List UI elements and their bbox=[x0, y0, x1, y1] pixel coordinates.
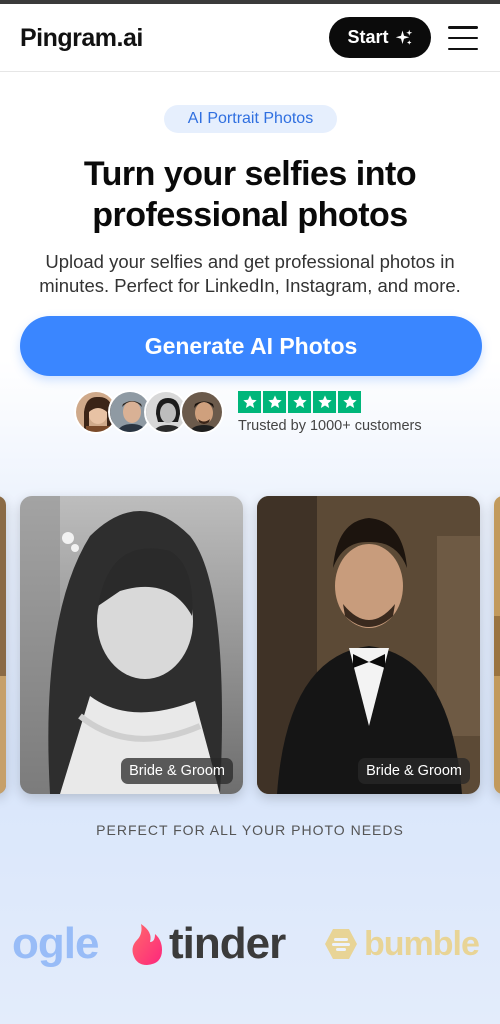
brand-tinder-text: tinder bbox=[169, 919, 286, 968]
gallery-photo-partial-right[interactable] bbox=[494, 496, 500, 794]
top-navigation-bar: Pingram.ai Start bbox=[0, 4, 500, 72]
tinder-logo: tinder bbox=[129, 916, 286, 972]
customer-avatars bbox=[74, 390, 224, 436]
hero-subtext: Upload your selfies and get professional… bbox=[12, 250, 488, 298]
page-title: Turn your selfies into professional phot… bbox=[0, 154, 500, 236]
star-rating bbox=[238, 391, 361, 413]
avatar bbox=[180, 390, 224, 434]
subtext-line-2: minutes. Perfect for LinkedIn, Instagram… bbox=[39, 275, 461, 296]
hero-badge: AI Portrait Photos bbox=[164, 105, 337, 133]
logo[interactable]: Pingram.ai bbox=[20, 24, 143, 53]
google-logo: ogle bbox=[12, 916, 99, 972]
sparkles-icon bbox=[395, 29, 412, 45]
star-icon bbox=[288, 391, 311, 413]
start-button-label: Start bbox=[347, 27, 389, 47]
subtext-line-1: Upload your selfies and get professional… bbox=[45, 251, 455, 272]
star-icon bbox=[313, 391, 336, 413]
trusted-text: Trusted by 1000+ customers bbox=[238, 418, 422, 434]
gallery-photo-groom[interactable]: Bride & Groom bbox=[257, 496, 480, 794]
bumble-logo: bumble bbox=[324, 916, 480, 972]
gallery-photo-partial-left[interactable] bbox=[0, 496, 6, 794]
brand-google-text: ogle bbox=[12, 919, 99, 968]
tinder-flame-icon bbox=[132, 924, 162, 965]
star-icon bbox=[338, 391, 361, 413]
brand-bumble-text: bumble bbox=[364, 924, 480, 963]
bumble-hexagon-icon bbox=[325, 929, 357, 959]
photo-category-label: Bride & Groom bbox=[358, 758, 470, 784]
start-button[interactable]: Start bbox=[329, 17, 431, 58]
generate-ai-photos-button[interactable]: Generate AI Photos bbox=[20, 316, 482, 376]
gallery-photo-bride[interactable]: Bride & Groom bbox=[20, 496, 243, 794]
star-icon bbox=[263, 391, 286, 413]
headline-line-2: professional photos bbox=[92, 196, 408, 234]
hamburger-menu-icon[interactable] bbox=[448, 26, 478, 50]
uses-section-title: PERFECT FOR ALL YOUR PHOTO NEEDS bbox=[96, 822, 404, 838]
star-icon bbox=[238, 391, 261, 413]
photo-category-label: Bride & Groom bbox=[121, 758, 233, 784]
headline-line-1: Turn your selfies into bbox=[83, 155, 417, 193]
